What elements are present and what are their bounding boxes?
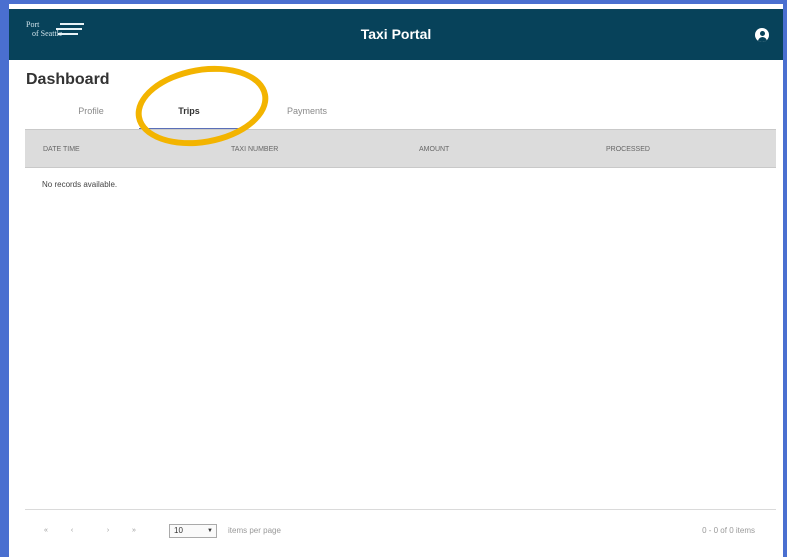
app-window: Port of Seattle Taxi Portal Dashboard Pr… [9, 4, 783, 557]
first-page-button[interactable]: « [41, 527, 51, 534]
screenshot-frame: Port of Seattle Taxi Portal Dashboard Pr… [0, 0, 787, 557]
column-amount[interactable]: AMOUNT [419, 130, 449, 169]
pager-range-info: 0 - 0 of 0 items [702, 526, 755, 535]
page-title: Dashboard [26, 71, 110, 88]
app-title: Taxi Portal [360, 26, 432, 42]
column-processed[interactable]: PROCESSED [606, 130, 650, 169]
top-header: Port of Seattle Taxi Portal [9, 9, 783, 60]
page-size-value: 10 [174, 526, 183, 535]
next-page-button[interactable]: › [103, 527, 113, 534]
tab-payments[interactable]: Payments [262, 100, 352, 130]
frame-border-right [783, 0, 787, 557]
no-records-message: No records available. [42, 180, 118, 189]
trips-grid-header: DATE TIME TAXI NUMBER AMOUNT PROCESSED [25, 129, 776, 168]
items-per-page-label: items per page [228, 526, 281, 535]
tab-profile[interactable]: Profile [46, 100, 136, 130]
user-circle-icon[interactable] [755, 28, 769, 42]
page-size-select[interactable]: 10 ▼ [169, 524, 217, 538]
column-date-time[interactable]: DATE TIME [43, 130, 80, 169]
caret-down-icon: ▼ [207, 528, 213, 534]
frame-border-left [0, 0, 9, 557]
column-taxi-number[interactable]: TAXI NUMBER [231, 130, 278, 169]
previous-page-button[interactable]: ‹ [67, 527, 77, 534]
grid-pager: « ‹ › » 10 ▼ items per page 0 - 0 of 0 i… [25, 509, 776, 553]
last-page-button[interactable]: » [129, 527, 139, 534]
